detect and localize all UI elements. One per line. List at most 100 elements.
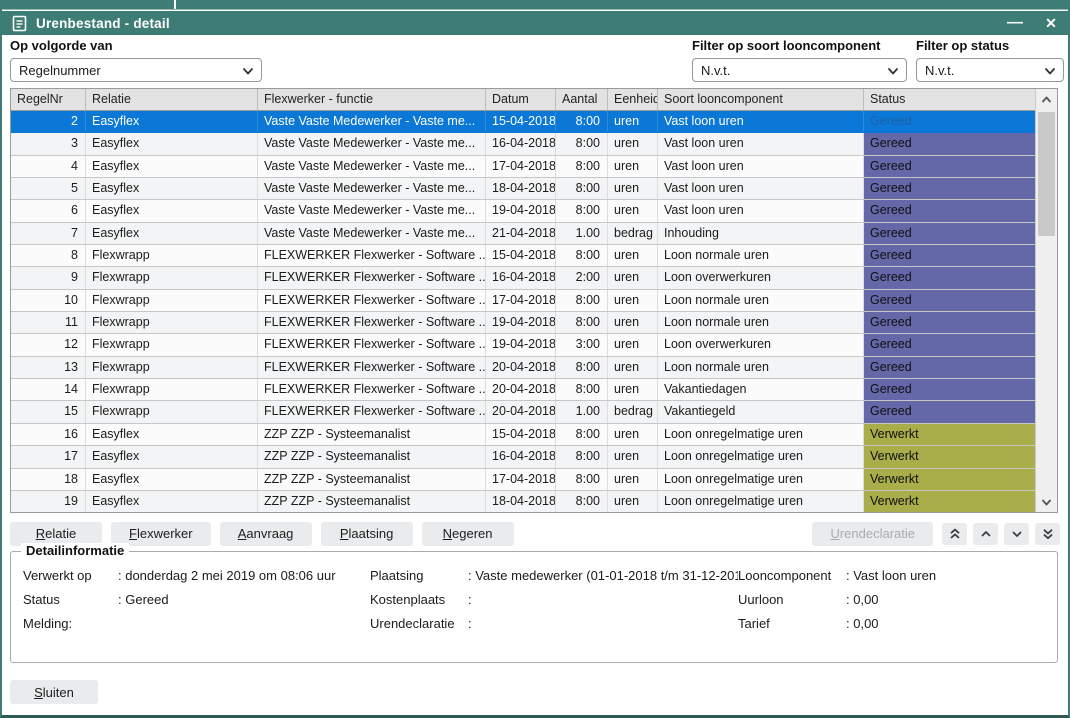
status-badge: Verwerkt [864,491,1035,512]
scroll-down-icon[interactable] [1036,491,1057,512]
move-down-button[interactable] [1004,523,1029,545]
table-row[interactable]: 6 Easyflex Vaste Vaste Medewerker - Vast… [11,200,1035,222]
table-row[interactable]: 5 Easyflex Vaste Vaste Medewerker - Vast… [11,178,1035,200]
cell-aantal: 8:00 [556,424,608,445]
move-up-button[interactable] [973,523,998,545]
column-header-eenheid[interactable]: Eenheid [608,89,658,110]
cell-aantal: 3:00 [556,334,608,355]
cell-regelnr: 3 [11,133,86,154]
detail-legend: Detailinformatie [21,543,129,558]
cell-datum: 20-04-2018 [486,401,556,422]
table-row[interactable]: 12 Flexwrapp FLEXWERKER Flexwerker - Sof… [11,334,1035,356]
table-row[interactable]: 4 Easyflex Vaste Vaste Medewerker - Vast… [11,156,1035,178]
table-row[interactable]: 10 Flexwrapp FLEXWERKER Flexwerker - Sof… [11,290,1035,312]
urendeclaratie-button[interactable]: Urendeclaratie [812,522,933,546]
cell-looncomponent: Vast loon uren [658,178,864,199]
cell-relatie: Easyflex [86,223,258,244]
detail-label: Urendeclaratie [370,616,468,631]
plaatsing-button[interactable]: Plaatsing [321,522,413,546]
status-badge: Gereed [864,357,1035,378]
table-row[interactable]: 2 Easyflex Vaste Vaste Medewerker - Vast… [11,111,1035,133]
cell-aantal: 8:00 [556,156,608,177]
cell-flexwerker: Vaste Vaste Medewerker - Vaste me... [258,200,486,221]
status-badge: Gereed [864,267,1035,288]
scroll-up-icon[interactable] [1036,89,1057,110]
detail-panel: Detailinformatie Verwerkt op : donderdag… [10,551,1058,663]
column-header-flexwerker[interactable]: Flexwerker - functie [258,89,486,110]
document-icon [12,15,27,32]
cell-relatie: Flexwrapp [86,290,258,311]
table-row[interactable]: 7 Easyflex Vaste Vaste Medewerker - Vast… [11,223,1035,245]
cell-datum: 20-04-2018 [486,357,556,378]
cell-regelnr: 11 [11,312,86,333]
cell-aantal: 2:00 [556,267,608,288]
negeren-button[interactable]: Negeren [422,522,514,546]
table-row[interactable]: 18 Easyflex ZZP ZZP - Systeemanalist 17-… [11,469,1035,491]
cell-flexwerker: Vaste Vaste Medewerker - Vaste me... [258,156,486,177]
cell-datum: 20-04-2018 [486,379,556,400]
cell-aantal: 8:00 [556,111,608,132]
column-header-relatie[interactable]: Relatie [86,89,258,110]
cell-relatie: Easyflex [86,469,258,490]
cell-relatie: Easyflex [86,178,258,199]
table-row[interactable]: 14 Flexwrapp FLEXWERKER Flexwerker - Sof… [11,379,1035,401]
cell-looncomponent: Loon normale uren [658,357,864,378]
cell-relatie: Easyflex [86,424,258,445]
column-header-regelnr[interactable]: RegelNr [11,89,86,110]
cell-looncomponent: Vast loon uren [658,156,864,177]
cell-flexwerker: FLEXWERKER Flexwerker - Software ... [258,357,486,378]
cell-eenheid: uren [608,469,658,490]
aanvraag-button[interactable]: Aanvraag [220,522,312,546]
detail-label: Kostenplaats [370,592,468,607]
cell-looncomponent: Vast loon uren [658,133,864,154]
cell-aantal: 8:00 [556,178,608,199]
cell-flexwerker: Vaste Vaste Medewerker - Vaste me... [258,223,486,244]
cell-regelnr: 7 [11,223,86,244]
status-badge: Gereed [864,401,1035,422]
table-row[interactable]: 15 Flexwrapp FLEXWERKER Flexwerker - Sof… [11,401,1035,423]
status-badge: Gereed [864,379,1035,400]
table-row[interactable]: 17 Easyflex ZZP ZZP - Systeemanalist 16-… [11,446,1035,468]
move-top-button[interactable] [942,523,967,545]
minimize-button[interactable]: — [1004,13,1026,33]
cell-flexwerker: Vaste Vaste Medewerker - Vaste me... [258,111,486,132]
looncomponent-filter-dropdown[interactable]: N.v.t. [692,58,907,82]
column-header-looncomponent[interactable]: Soort looncomponent [658,89,864,110]
cell-regelnr: 4 [11,156,86,177]
flexwerker-button[interactable]: Flexwerker [111,522,211,546]
cell-regelnr: 18 [11,469,86,490]
status-badge: Gereed [864,334,1035,355]
chevron-down-icon [1011,529,1023,539]
table-row[interactable]: 11 Flexwrapp FLEXWERKER Flexwerker - Sof… [11,312,1035,334]
cell-flexwerker: ZZP ZZP - Systeemanalist [258,469,486,490]
cell-looncomponent: Loon onregelmatige uren [658,446,864,467]
chevron-down-icon [242,65,254,77]
relatie-button[interactable]: Relatie [10,522,102,546]
cell-relatie: Easyflex [86,446,258,467]
cell-aantal: 8:00 [556,491,608,512]
vertical-scrollbar[interactable] [1035,89,1057,512]
detail-label: Melding: [23,616,118,631]
cell-aantal: 8:00 [556,133,608,154]
status-badge: Gereed [864,245,1035,266]
table-row[interactable]: 9 Flexwrapp FLEXWERKER Flexwerker - Soft… [11,267,1035,289]
table-row[interactable]: 19 Easyflex ZZP ZZP - Systeemanalist 18-… [11,491,1035,512]
cell-looncomponent: Vast loon uren [658,111,864,132]
table-row[interactable]: 8 Flexwrapp FLEXWERKER Flexwerker - Soft… [11,245,1035,267]
double-chevron-up-icon [949,528,961,540]
column-header-aantal[interactable]: Aantal [556,89,608,110]
column-header-status[interactable]: Status [864,89,1035,110]
cell-regelnr: 15 [11,401,86,422]
sluiten-button[interactable]: Sluiten [10,680,98,704]
sort-dropdown[interactable]: Regelnummer [10,58,262,82]
table-row[interactable]: 16 Easyflex ZZP ZZP - Systeemanalist 15-… [11,424,1035,446]
cell-eenheid: bedrag [608,401,658,422]
table-row[interactable]: 3 Easyflex Vaste Vaste Medewerker - Vast… [11,133,1035,155]
table-row[interactable]: 13 Flexwrapp FLEXWERKER Flexwerker - Sof… [11,357,1035,379]
move-bottom-button[interactable] [1035,523,1060,545]
close-button[interactable]: ✕ [1040,13,1062,33]
scrollbar-thumb[interactable] [1038,112,1055,236]
cell-eenheid: uren [608,312,658,333]
status-filter-dropdown[interactable]: N.v.t. [916,58,1064,82]
column-header-datum[interactable]: Datum [486,89,556,110]
